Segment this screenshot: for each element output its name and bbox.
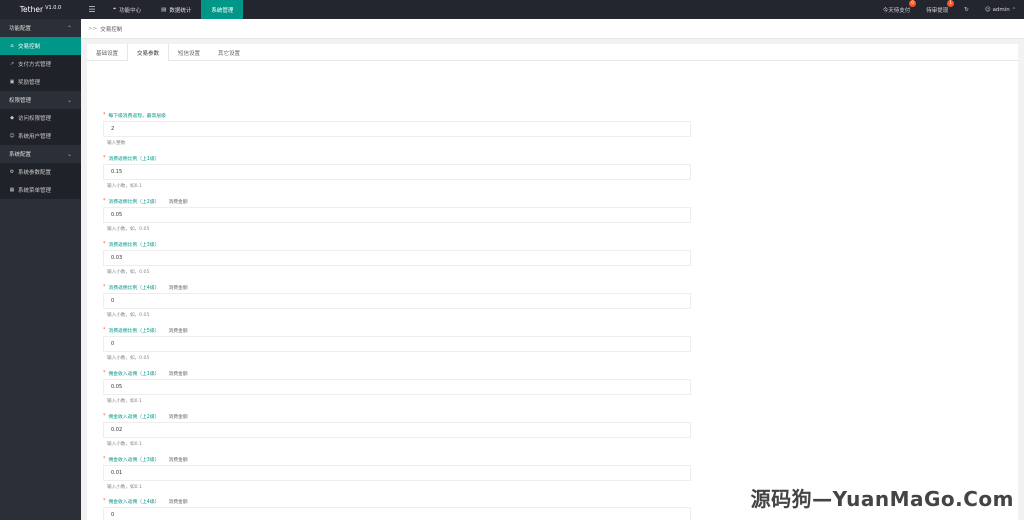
tab-basic-settings[interactable]: 基础设置 — [87, 44, 127, 61]
field-input[interactable]: 0.01 — [103, 465, 691, 481]
form-field: * 佣金收入返佣（上3级） 消费金额 0.01 输入小数，如0.1 — [103, 455, 703, 490]
field-label: * 消费返佣比例（上1级） — [103, 155, 160, 162]
today-pending-payment[interactable]: 今天待支付 0 — [875, 0, 919, 19]
field-hint: 输入小数，如0.1 — [107, 184, 142, 189]
field-input[interactable]: 0.15 — [103, 164, 691, 180]
menu-toggle-icon[interactable]: ☰ — [81, 0, 103, 19]
form-field: * 消费返佣比例（上3级） 0.03 输入小数，如，0.05 — [103, 240, 703, 275]
watermark: 源码狗—YuanMaGo.Com — [750, 487, 1014, 511]
form-field: * 佣金收入返佣（上2级） 消费金额 0.02 输入小数，如0.1 — [103, 412, 703, 447]
pending-withdrawals[interactable]: 待审提现 1 — [918, 0, 956, 19]
sidebar-group-permissions[interactable]: 权限管理 ⌄ — [0, 91, 81, 109]
field-label: * 消费返佣比例（上3级） — [103, 241, 160, 248]
field-hint: 输入整数 — [107, 141, 126, 146]
field-label: * 佣金收入返佣（上3级） 消费金额 — [103, 456, 188, 463]
user-icon: ☺ — [9, 133, 15, 139]
field-input[interactable]: 0.02 — [103, 422, 691, 438]
field-hint: 输入小数，如，0.05 — [107, 313, 150, 318]
image-icon: ▣ — [9, 79, 15, 85]
chevron-down-icon: ⌄ — [66, 150, 72, 158]
form-panel: * 每下级消费返现，最高层级 2 输入整数 * 消费返佣比例（上1级） 0.15 输… — [87, 61, 1018, 520]
form-field: * 消费返佣比例（上2级） 消费金额 0.05 输入小数，如，0.05 — [103, 197, 703, 232]
gear-icon: ⚙ — [9, 169, 15, 175]
settings-tabs: 基础设置 交易参数 短信设置 其它设置 — [87, 44, 1018, 62]
field-input[interactable]: 0 — [103, 336, 691, 352]
field-input[interactable]: 0.03 — [103, 250, 691, 266]
top-menu-system-management[interactable]: 系统管理 — [201, 0, 244, 19]
sidebar-group-system-config[interactable]: 系统配置 ⌄ — [0, 145, 81, 163]
shield-icon: ◆ — [10, 115, 14, 121]
sidebar-group-function-config[interactable]: 功能配置 ⌃ — [0, 19, 81, 37]
field-hint: 输入小数，如，0.05 — [107, 356, 150, 361]
form-field: * 消费返佣比例（上1级） 0.15 输入小数，如0.1 — [103, 154, 703, 189]
form-field: * 佣金收入返佣（上4级） 消费金额 0 — [103, 497, 703, 520]
username: admin — [992, 6, 1010, 13]
chevron-up-icon: ⌃ — [1011, 6, 1016, 13]
database-icon: ▤ — [161, 6, 167, 13]
user-icon: ☺ — [984, 6, 991, 13]
sidebar: 功能配置 ⌃ ⌂ 交易控制 ↗ 支付方式管理 ▣ 奖励管理 权限管理 ⌄ ◆ 访… — [0, 19, 81, 520]
field-input[interactable]: 0.05 — [103, 379, 691, 395]
field-label: * 消费返佣比例（上4级） 消费金额 — [103, 284, 188, 291]
chevron-up-icon: ⌃ — [66, 24, 72, 32]
field-hint: 输入小数，如0.1 — [107, 485, 142, 490]
tab-trade-params[interactable]: 交易参数 — [127, 44, 170, 62]
top-menu-statistics[interactable]: ▤ 数据统计 — [151, 0, 201, 19]
refresh-icon[interactable]: ↻ — [956, 0, 977, 19]
sidebar-item-access-permissions[interactable]: ◆ 访问权限管理 — [0, 109, 81, 127]
field-hint: 输入小数，如，0.05 — [107, 227, 150, 232]
pending-badge: 1 — [947, 0, 955, 7]
brand-logo[interactable]: Tether V1.0.0 — [0, 0, 81, 19]
form-field: * 佣金收入返佣（上1级） 消费金额 0.05 输入小数，如0.1 — [103, 369, 703, 404]
top-menu: ☰ ⌖ 功能中心 ▤ 数据统计 系统管理 — [81, 0, 244, 19]
breadcrumb-current: 交易控制 — [100, 26, 123, 33]
form-field: * 消费返佣比例（上5级） 消费金额 0 输入小数，如，0.05 — [103, 326, 703, 361]
brand-version: V1.0.0 — [45, 4, 62, 11]
tab-sms-settings[interactable]: 短信设置 — [169, 44, 209, 61]
globe-icon: ⌖ — [113, 6, 117, 12]
chevron-right-icon: >> — [88, 25, 98, 32]
brand-name: Tether — [19, 5, 44, 14]
tab-other-settings[interactable]: 其它设置 — [209, 44, 249, 61]
link-icon: ↗ — [9, 61, 15, 67]
field-label: * 佣金收入返佣（上1级） 消费金额 — [103, 370, 188, 377]
sidebar-item-system-users[interactable]: ☺ 系统用户管理 — [0, 127, 81, 145]
field-hint: 输入小数，如，0.05 — [107, 270, 150, 275]
field-hint: 输入小数，如0.1 — [107, 399, 142, 404]
form-field: * 每下级消费返现，最高层级 2 输入整数 — [103, 111, 703, 146]
field-input[interactable]: 0 — [103, 507, 691, 520]
sidebar-item-trade-control[interactable]: ⌂ 交易控制 — [0, 37, 81, 55]
field-input[interactable]: 2 — [103, 121, 691, 137]
top-menu-label: 功能中心 — [119, 7, 142, 14]
form-field: * 消费返佣比例（上4级） 消费金额 0 输入小数，如，0.05 — [103, 283, 703, 318]
field-label: * 每下级消费返现，最高层级 — [103, 112, 166, 119]
home-icon: ⌂ — [10, 43, 14, 49]
field-hint: 输入小数，如0.1 — [107, 442, 142, 447]
field-input[interactable]: 0 — [103, 293, 691, 309]
user-menu[interactable]: ☺ admin ⌃ — [977, 0, 1024, 19]
top-right-tools: 今天待支付 0 待审提现 1 ↻ ☺ admin ⌃ — [875, 0, 1024, 19]
sidebar-item-payment-methods[interactable]: ↗ 支付方式管理 — [0, 55, 81, 73]
field-label: * 消费返佣比例（上5级） 消费金额 — [103, 327, 188, 334]
breadcrumb: >> 交易控制 — [81, 19, 1024, 39]
today-pay-badge: 0 — [909, 0, 917, 7]
top-menu-label: 数据统计 — [169, 7, 192, 14]
main-content: >> 交易控制 基础设置 交易参数 短信设置 其它设置 * 每下级消费返现，最高层… — [81, 19, 1024, 520]
top-bar: Tether V1.0.0 ☰ ⌖ 功能中心 ▤ 数据统计 系统管理 今天待支付 … — [0, 0, 1024, 19]
field-label: * 佣金收入返佣（上4级） 消费金额 — [103, 498, 188, 505]
chevron-down-icon: ⌄ — [66, 96, 72, 104]
top-menu-label: 系统管理 — [211, 7, 234, 14]
sidebar-item-system-menus[interactable]: ▦ 系统菜单管理 — [0, 181, 81, 199]
sidebar-item-rewards[interactable]: ▣ 奖励管理 — [0, 73, 81, 91]
field-label: * 消费返佣比例（上2级） 消费金额 — [103, 198, 188, 205]
top-menu-function-center[interactable]: ⌖ 功能中心 — [103, 0, 151, 19]
sidebar-item-system-params[interactable]: ⚙ 系统参数配置 — [0, 163, 81, 181]
today-pay-label: 今天待支付 — [882, 7, 911, 14]
field-label: * 佣金收入返佣（上2级） 消费金额 — [103, 413, 188, 420]
pending-label: 待审提现 — [926, 7, 949, 14]
calendar-icon: ▦ — [9, 187, 15, 193]
field-input[interactable]: 0.05 — [103, 207, 691, 223]
